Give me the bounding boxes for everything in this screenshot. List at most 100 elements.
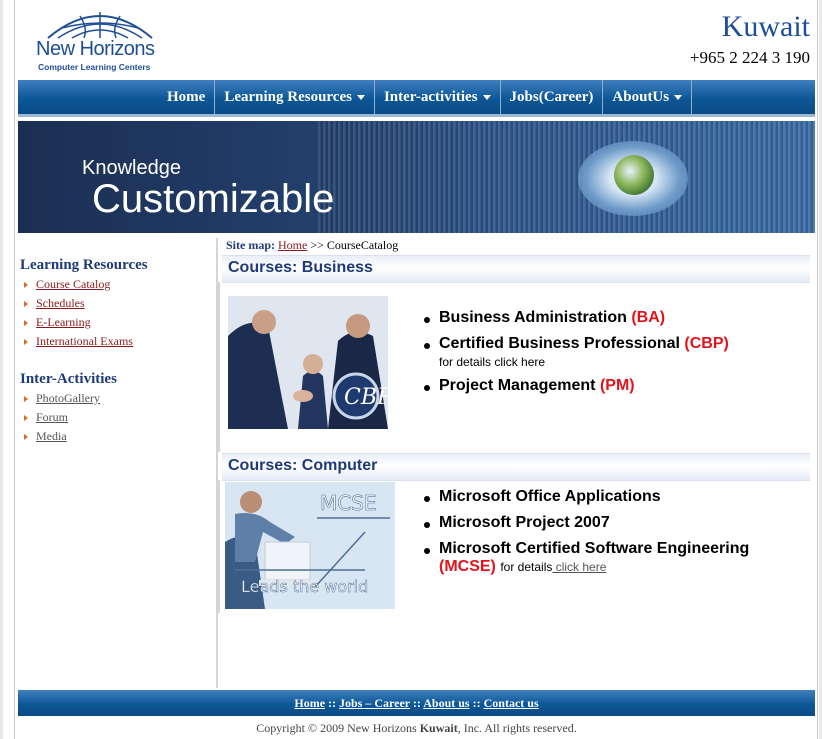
nav-about-us[interactable]: AboutUs: [603, 80, 693, 114]
main-nav-bar: Home Learning Resources Inter-activities…: [18, 80, 815, 117]
sidebar-inter-list: PhotoGallery Forum Media: [24, 389, 100, 446]
sidebar-link-e-learning[interactable]: E-Learning: [36, 315, 91, 329]
country-title: Kuwait: [721, 10, 810, 43]
course-name: Microsoft Project 2007: [439, 514, 610, 531]
copyright-suffix: , Inc. All rights reserved.: [457, 721, 577, 735]
footer-separator: ::: [472, 696, 481, 710]
main-nav: Home Learning Resources Inter-activities…: [156, 80, 693, 114]
handshake-illustration-icon: CBP: [228, 296, 388, 429]
content-divider: [218, 282, 220, 452]
chevron-down-icon: [482, 95, 491, 101]
bullet-icon: [24, 396, 28, 403]
sidebar-link-schedules[interactable]: Schedules: [36, 296, 85, 310]
chevron-down-icon: [356, 95, 365, 101]
computer-course-list: Microsoft Office Applications Microsoft …: [422, 488, 749, 584]
earth-icon: [614, 155, 654, 195]
phone-number: +965 2 224 3 190: [689, 48, 810, 67]
nav-home-label: Home: [167, 89, 206, 105]
footer-separator: ::: [412, 696, 421, 710]
logo-brand-text: New Horizons: [36, 38, 155, 60]
bullet-icon: [24, 301, 28, 308]
footer-link-contact-us[interactable]: Contact us: [484, 696, 539, 710]
nav-learning-resources[interactable]: Learning Resources: [215, 80, 375, 114]
business-course-list: Business Administration (BA) Certified B…: [422, 309, 729, 403]
globe-icon: [47, 12, 153, 39]
computer-photo: MCSE Leads the world: [225, 482, 395, 609]
footer-link-home[interactable]: Home: [294, 696, 325, 710]
content-divider: [218, 480, 220, 613]
course-item-business-administration: Business Administration (BA): [422, 309, 729, 327]
course-item-mcse: Microsoft Certified Software Engineering…: [422, 540, 749, 576]
sidebar-item-e-learning[interactable]: E-Learning: [24, 313, 133, 332]
nav-jobs-career-label: Jobs(Career): [509, 89, 594, 105]
bullet-icon: [24, 282, 28, 289]
course-details-line: for details click here: [439, 355, 729, 369]
sidebar-link-media[interactable]: Media: [36, 429, 67, 443]
course-name: Microsoft Certified Software Engineering: [439, 540, 750, 557]
footer-link-jobs-career[interactable]: Jobs – Career: [339, 696, 410, 710]
mcse-photo-label: MCSE: [320, 491, 377, 515]
sidebar-link-international-exams[interactable]: International Exams: [36, 334, 133, 348]
computer-section-title: Courses: Computer: [228, 457, 378, 474]
nav-home[interactable]: Home: [156, 80, 216, 114]
sidebar-item-schedules[interactable]: Schedules: [24, 294, 133, 313]
copyright-country: Kuwait: [419, 721, 458, 735]
details-text: for details: [439, 355, 492, 369]
course-abbr: (PM): [599, 377, 635, 394]
photo-tagline: Leads the world: [241, 577, 368, 596]
course-name: Project Management: [439, 377, 596, 394]
bullet-icon: [24, 434, 28, 441]
logo[interactable]: New Horizons Computer Learning Centers: [36, 8, 171, 76]
sidebar-item-media[interactable]: Media: [24, 427, 100, 446]
breadcrumb-current: CourseCatalog: [326, 238, 399, 252]
hero-banner: Knowledge Customizable: [18, 121, 815, 233]
breadcrumb: Site map: Home >> CourseCatalog: [226, 238, 398, 253]
nav-learning-resources-label: Learning Resources: [224, 89, 352, 105]
course-item-certified-business-professional: Certified Business Professional (CBP) fo…: [422, 335, 729, 369]
sidebar-link-forum[interactable]: Forum: [36, 410, 68, 424]
nav-about-us-label: AboutUs: [612, 89, 670, 105]
details-text: for details: [500, 560, 553, 574]
breadcrumb-label: Site map:: [226, 238, 275, 252]
sidebar-heading-inter-activities: Inter-Activities: [20, 371, 117, 387]
banner-tunnel-graphic: [318, 121, 815, 233]
click-here-link[interactable]: click here: [494, 355, 545, 369]
sidebar-link-photogallery[interactable]: PhotoGallery: [36, 391, 100, 405]
nav-jobs-career[interactable]: Jobs(Career): [501, 80, 604, 114]
sidebar-heading-learning-resources: Learning Resources: [20, 257, 148, 273]
logo-subtitle: Computer Learning Centers: [38, 62, 151, 72]
course-item-project-management: Project Management (PM): [422, 377, 729, 395]
business-photo: CBP: [228, 296, 388, 429]
footer-link-about-us[interactable]: About us: [423, 696, 469, 710]
business-section-title: Courses: Business: [228, 259, 373, 276]
computer-user-illustration-icon: MCSE Leads the world: [225, 482, 395, 609]
course-item-office-applications: Microsoft Office Applications: [422, 488, 749, 506]
business-section-header: Courses: Business: [222, 255, 810, 283]
course-name: Microsoft Office Applications: [439, 488, 661, 505]
click-here-link[interactable]: click here: [552, 560, 607, 574]
sidebar-item-photogallery[interactable]: PhotoGallery: [24, 389, 100, 408]
bullet-icon: [24, 320, 28, 327]
sidebar-item-international-exams[interactable]: International Exams: [24, 332, 133, 351]
course-abbr: (CBP): [684, 335, 729, 352]
computer-section-header: Courses: Computer: [222, 453, 810, 481]
sidebar-link-course-catalog[interactable]: Course Catalog: [36, 277, 110, 291]
page-left-edge: [0, 0, 3, 739]
course-name: Certified Business Professional: [439, 335, 680, 352]
course-item-project-2007: Microsoft Project 2007: [422, 514, 749, 532]
footer-separator: ::: [328, 696, 337, 710]
banner-tagline-large: Customizable: [92, 177, 335, 221]
copyright-prefix: Copyright © 2009 New Horizons: [256, 721, 417, 735]
chevron-down-icon: [674, 95, 683, 101]
sidebar-item-forum[interactable]: Forum: [24, 408, 100, 427]
course-abbr: (MCSE): [439, 558, 496, 575]
breadcrumb-home-link[interactable]: Home: [278, 238, 307, 252]
cbp-monogram: CBP: [344, 385, 388, 410]
bullet-icon: [24, 339, 28, 346]
sidebar-item-course-catalog[interactable]: Course Catalog: [24, 275, 133, 294]
nav-inter-activities[interactable]: Inter-activities: [375, 80, 501, 114]
sidebar: Learning Resources Course Catalog Schedu…: [18, 238, 218, 688]
footer-nav-bar: Home :: Jobs – Career :: About us :: Con…: [18, 690, 815, 716]
copyright-text: Copyright © 2009 New Horizons Kuwait, In…: [18, 721, 815, 736]
sidebar-learning-list: Course Catalog Schedules E-Learning Inte…: [24, 275, 133, 351]
